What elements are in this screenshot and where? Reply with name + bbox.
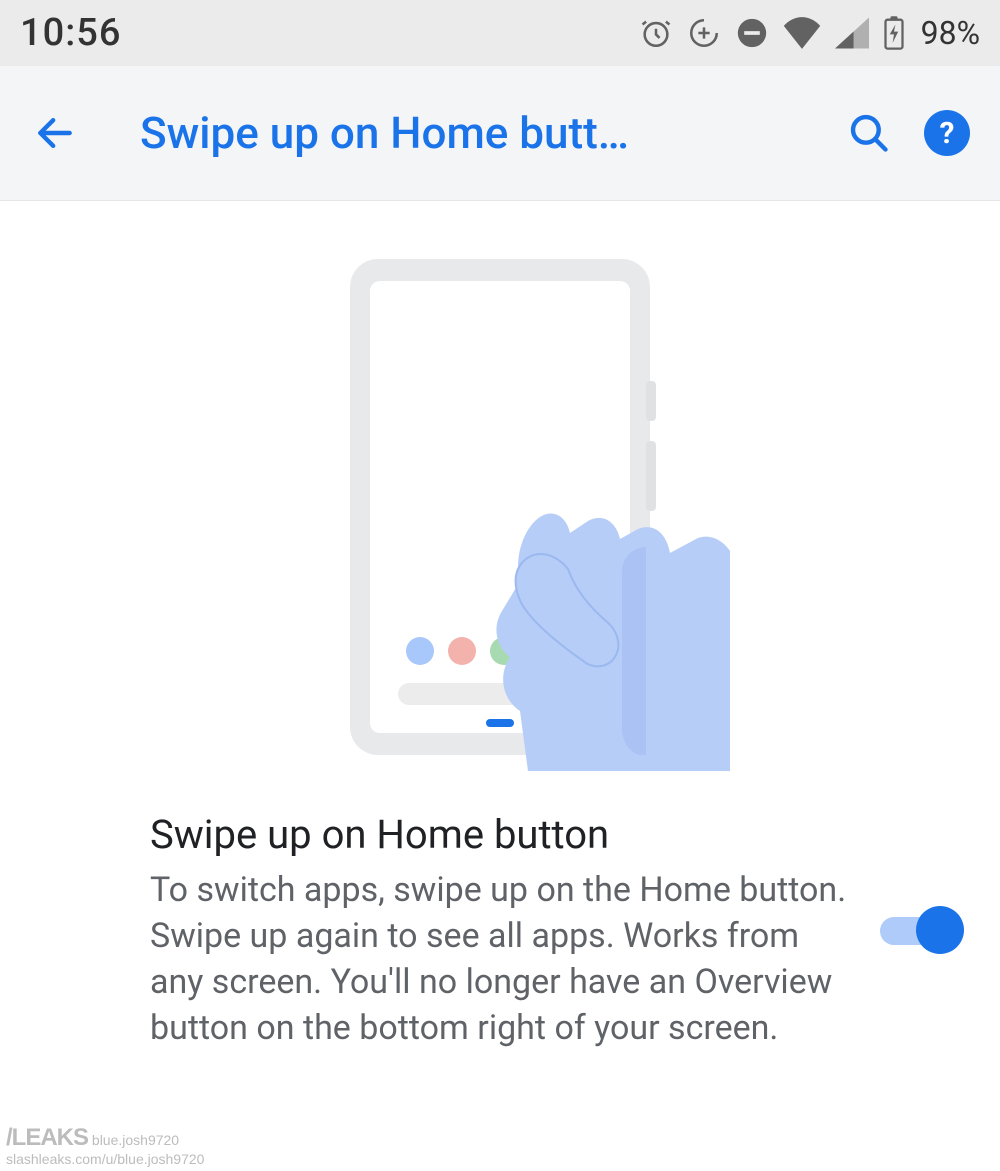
- datasaver-icon: [687, 16, 721, 50]
- wifi-icon: [783, 17, 821, 49]
- dnd-icon: [735, 16, 769, 50]
- appbar: Swipe up on Home butt… ?: [0, 66, 1000, 201]
- setting-title: Swipe up on Home button: [150, 811, 850, 858]
- question-mark-icon: ?: [940, 116, 955, 151]
- back-button[interactable]: [30, 108, 80, 158]
- gesture-illustration: [30, 241, 970, 811]
- setting-description: To switch apps, swipe up on the Home but…: [150, 868, 850, 1052]
- status-right: 98%: [639, 14, 980, 52]
- alarm-icon: [639, 16, 673, 50]
- setting-text-block: Swipe up on Home button To switch apps, …: [150, 811, 880, 1052]
- battery-percent: 98%: [921, 14, 980, 52]
- gesture-nav-toggle[interactable]: [880, 906, 964, 956]
- help-button[interactable]: ?: [924, 110, 970, 156]
- arrow-left-icon: [33, 111, 77, 155]
- content: Swipe up on Home button To switch apps, …: [0, 201, 1000, 1052]
- statusbar: 10:56 98%: [0, 0, 1000, 66]
- appbar-title: Swipe up on Home butt…: [140, 107, 814, 159]
- watermark-line2: slashleaks.com/u/blue.josh9720: [6, 1151, 204, 1167]
- toggle-thumb: [916, 906, 964, 954]
- search-icon: [847, 111, 891, 155]
- status-time: 10:56: [20, 11, 121, 55]
- watermark-brand: /LEAKS: [6, 1124, 88, 1151]
- watermark-line1: blue.josh9720: [92, 1132, 179, 1148]
- watermark: /LEAKS blue.josh9720 slashleaks.com/u/bl…: [6, 1125, 204, 1167]
- setting-row: Swipe up on Home button To switch apps, …: [30, 811, 970, 1052]
- signal-icon: [835, 17, 869, 49]
- phone-hand-illustration-icon: [270, 251, 730, 771]
- search-button[interactable]: [844, 108, 894, 158]
- battery-charging-icon: [883, 16, 905, 50]
